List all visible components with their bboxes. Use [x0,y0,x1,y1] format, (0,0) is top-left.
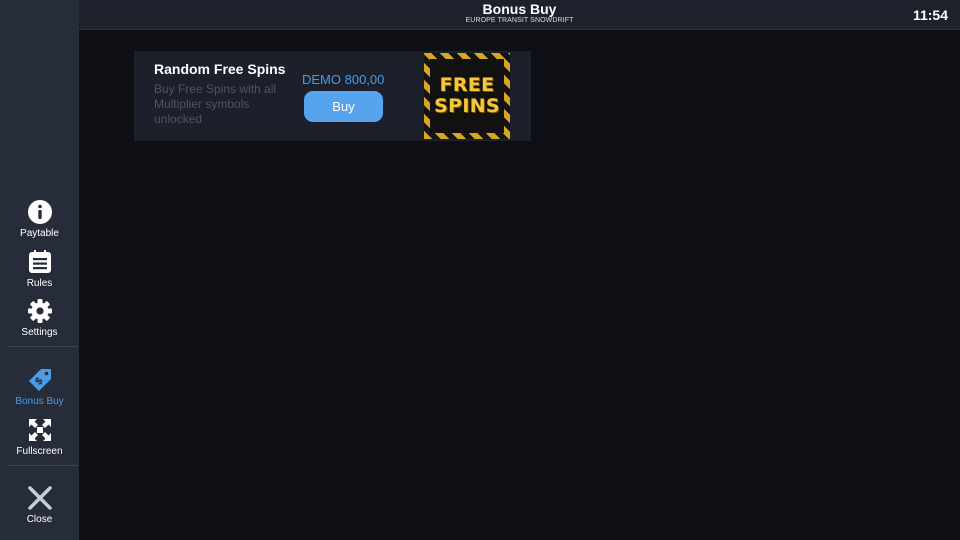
sidebar-item-bonus-buy[interactable]: $ Bonus Buy [0,367,79,407]
clock: 11:54 [912,7,948,23]
sidebar-item-close[interactable]: Close [0,485,79,525]
badge-line-2: SPINS [434,95,500,117]
price-tag-icon: $ [28,369,51,391]
sidebar-item-paytable[interactable]: Paytable [0,199,79,239]
sidebar-item-settings[interactable]: Settings [0,298,79,338]
sidebar-item-label: Settings [21,327,58,338]
rules-list-icon [28,250,51,273]
fullscreen-icon [28,419,51,441]
buy-button[interactable]: Buy [304,91,383,122]
bonus-title: Random Free Spins [154,61,286,77]
page-title: Bonus Buy [482,1,557,17]
sidebar-divider [8,465,78,466]
sidebar-item-label: Close [26,514,53,525]
bonus-price: DEMO 800,00 [302,72,385,87]
sidebar-item-label: Bonus Buy [15,396,64,407]
sidebar-item-label: Rules [26,278,53,289]
gear-icon [27,299,52,323]
free-spins-badge-inner: FREE SPINS [430,59,504,133]
badge-line-1: FREE [439,74,495,96]
bonus-description: Buy Free Spins with all Multiplier symbo… [154,82,277,126]
sidebar-item-label: Fullscreen [16,446,63,457]
sidebar: Paytable Rules Settings $ Bonus Buy Full… [0,0,79,540]
header-bar: Bonus Buy EUROPE TRANSIT SNOWDRIFT 11:54 [79,0,960,30]
game-name: EUROPE TRANSIT SNOWDRIFT [465,17,574,24]
sidebar-item-fullscreen[interactable]: Fullscreen [0,417,79,457]
bonus-card-random-free-spins: Random Free Spins Buy Free Spins with al… [134,51,531,141]
sidebar-item-rules[interactable]: Rules [0,249,79,289]
sidebar-divider [8,346,78,347]
free-spins-badge[interactable]: FREE SPINS [424,53,510,139]
close-icon [27,486,52,510]
sidebar-item-label: Paytable [20,228,59,239]
info-icon [27,200,52,224]
